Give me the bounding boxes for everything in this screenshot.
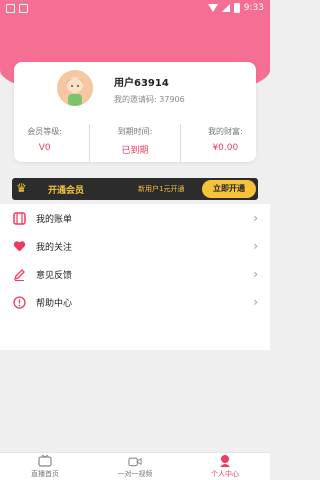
stat-value: ¥0.00 — [212, 143, 239, 153]
stat-label: 到期时间: — [117, 127, 153, 136]
stat-expiry[interactable]: 到期时间: 已到期 — [90, 124, 181, 162]
menu-item-label: 我的账单 — [36, 214, 73, 225]
menu-item-follow[interactable]: 我的关注 › — [0, 232, 270, 260]
avatar[interactable] — [57, 70, 93, 106]
menu-item-feedback[interactable]: 意见反馈 › — [0, 260, 270, 288]
menu-item-label: 意见反馈 — [36, 270, 73, 281]
chevron-right-icon: › — [253, 239, 258, 253]
stat-value: V0 — [38, 143, 51, 153]
tab-bar: 直播首页 一对一视频 个人中心 — [0, 452, 270, 480]
vip-title: 开通会员 — [48, 186, 85, 196]
tab-label: 直播首页 — [31, 470, 59, 478]
status-time: 9:33 — [243, 3, 264, 13]
bill-icon — [12, 211, 26, 225]
stats-row: 会员等级: V0 到期时间: 已到期 我的财富: ¥0.00 — [0, 124, 270, 162]
vip-note: 新用户1元开通 — [138, 185, 185, 193]
vip-banner: ♛ 开通会员 新用户1元开通 立即开通 — [12, 178, 258, 200]
menu-list: 我的账单 › 我的关注 › 意见反馈 › 帮助中心 › — [0, 204, 270, 350]
signal-icon — [221, 4, 230, 12]
status-right: 9:33 — [207, 3, 264, 13]
invite-code: 我的邀请码: 37906 — [114, 95, 185, 104]
menu-item-help[interactable]: 帮助中心 › — [0, 288, 270, 316]
tab-label: 个人中心 — [211, 470, 239, 478]
info-icon — [12, 295, 26, 309]
pencil-icon — [12, 267, 26, 281]
menu-item-label: 我的关注 — [36, 242, 73, 253]
notification-icon — [6, 3, 15, 13]
stat-member-level[interactable]: 会员等级: V0 — [0, 124, 91, 162]
stat-value: 已到期 — [121, 146, 149, 156]
video-icon — [128, 454, 142, 468]
chevron-right-icon: › — [253, 295, 258, 309]
stat-wealth[interactable]: 我的财富: ¥0.00 — [181, 124, 270, 162]
profile-icon — [218, 454, 232, 468]
tab-video[interactable]: 一对一视频 — [90, 453, 180, 480]
chevron-right-icon: › — [253, 267, 258, 281]
tab-label: 一对一视频 — [117, 470, 153, 478]
wifi-icon — [207, 4, 218, 12]
chevron-right-icon: › — [253, 211, 258, 225]
avatar-icon — [57, 70, 93, 106]
tv-icon — [38, 454, 52, 468]
heart-icon — [12, 239, 26, 253]
tab-live-home[interactable]: 直播首页 — [0, 453, 90, 480]
app-notification-icon — [19, 3, 28, 13]
stat-label: 我的财富: — [207, 127, 243, 136]
status-left — [6, 3, 28, 13]
crown-icon: ♛ — [16, 181, 27, 195]
username: 用户63914 — [114, 78, 169, 89]
stat-label: 会员等级: — [27, 127, 63, 136]
vip-open-button[interactable]: 立即开通 — [202, 180, 256, 198]
tab-personal-center[interactable]: 个人中心 — [180, 453, 270, 480]
battery-icon — [233, 3, 240, 13]
status-bar: 9:33 — [0, 0, 270, 16]
menu-item-label: 帮助中心 — [36, 298, 73, 309]
menu-item-bill[interactable]: 我的账单 › — [0, 204, 270, 232]
